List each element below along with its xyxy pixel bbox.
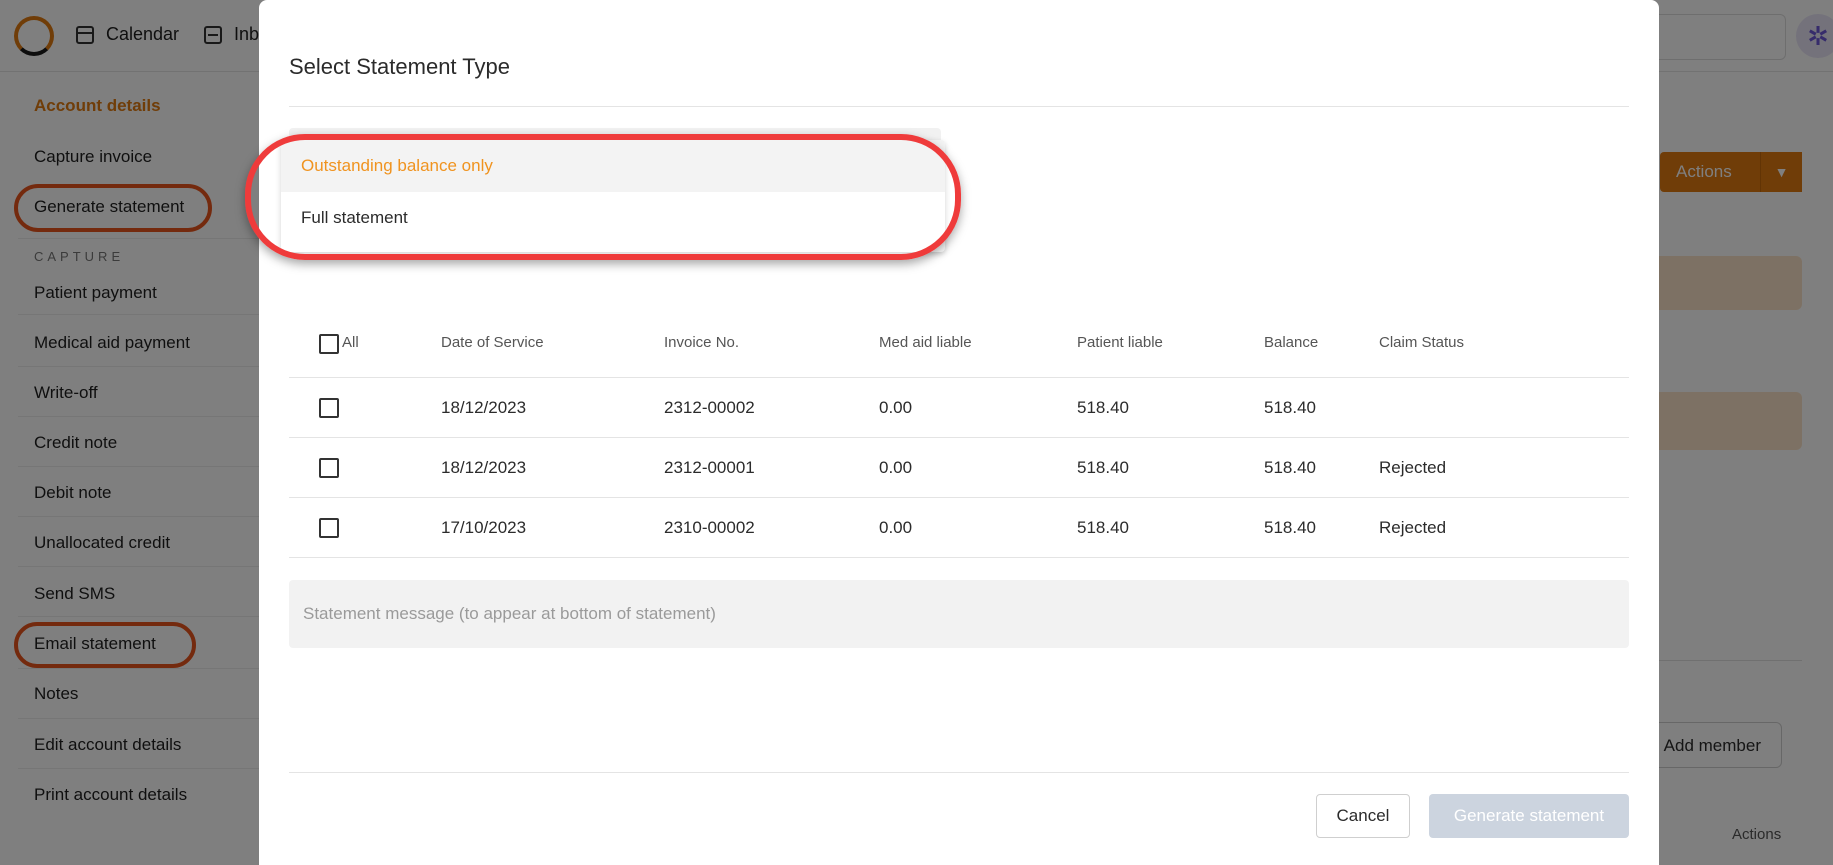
row-checkbox[interactable] (319, 518, 339, 538)
cell-date: 18/12/2023 (441, 398, 527, 417)
divider (289, 106, 1629, 107)
table-row: 18/12/2023 2312-00001 0.00 518.40 518.40… (289, 438, 1629, 498)
cell-invoice: 2312-00001 (664, 458, 755, 477)
cell-med-aid: 0.00 (879, 518, 913, 537)
table-row: 17/10/2023 2310-00002 0.00 518.40 518.40… (289, 498, 1629, 558)
table-header-row: All Date of Service Invoice No. Med aid … (289, 318, 1629, 378)
highlight-ring-dropdown (245, 134, 961, 260)
cell-balance: 518.40 (1264, 398, 1316, 417)
header-claim-status: Claim Status (1379, 334, 1465, 351)
header-patient-liable: Patient liable (1077, 334, 1163, 351)
divider (289, 772, 1629, 773)
cell-date: 17/10/2023 (441, 518, 527, 537)
cell-patient: 518.40 (1077, 458, 1129, 477)
header-date-of-service: Date of Service (441, 334, 544, 351)
statement-message-input[interactable]: Statement message (to appear at bottom o… (289, 580, 1629, 648)
cancel-button[interactable]: Cancel (1316, 794, 1410, 838)
cell-patient: 518.40 (1077, 398, 1129, 417)
header-invoice-no: Invoice No. (664, 334, 740, 351)
cell-invoice: 2310-00002 (664, 518, 755, 537)
generate-statement-button[interactable]: Generate statement (1429, 794, 1629, 838)
row-checkbox[interactable] (319, 398, 339, 418)
cell-med-aid: 0.00 (879, 458, 913, 477)
select-statement-type-dialog: Select Statement Type Outstanding balanc… (245, 0, 1659, 865)
select-all-checkbox[interactable] (319, 334, 339, 354)
cell-status: Rejected (1379, 458, 1447, 477)
header-all: All (342, 334, 359, 351)
cell-med-aid: 0.00 (879, 398, 913, 417)
cell-invoice: 2312-00002 (664, 398, 755, 417)
cell-balance: 518.40 (1264, 518, 1316, 537)
header-balance: Balance (1264, 334, 1319, 351)
table-row: 18/12/2023 2312-00002 0.00 518.40 518.40 (289, 378, 1629, 438)
cell-balance: 518.40 (1264, 458, 1316, 477)
cell-date: 18/12/2023 (441, 458, 527, 477)
cell-patient: 518.40 (1077, 518, 1129, 537)
cell-status: Rejected (1379, 518, 1447, 537)
dialog-title: Select Statement Type (289, 54, 510, 79)
header-med-aid-liable: Med aid liable (879, 334, 972, 351)
invoice-table: All Date of Service Invoice No. Med aid … (289, 318, 1629, 558)
row-checkbox[interactable] (319, 458, 339, 478)
